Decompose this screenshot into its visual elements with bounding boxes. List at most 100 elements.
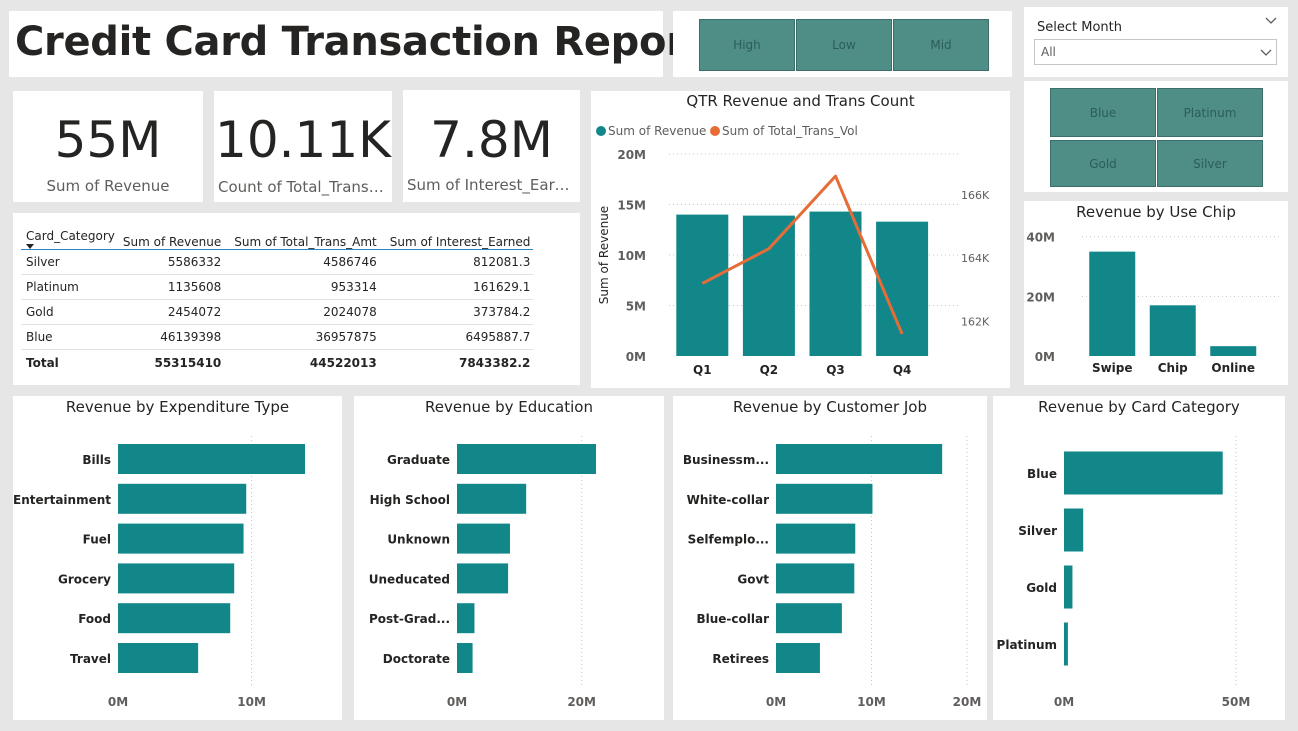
bar: [457, 603, 475, 634]
column-header[interactable]: Sum of Total_Trans_Amt: [224, 221, 380, 250]
y-tick-label: Bills: [82, 453, 111, 467]
table-cell: 36957875: [224, 324, 380, 350]
y-tick-label: Silver: [1018, 524, 1057, 538]
column-header[interactable]: Sum of Revenue: [117, 221, 225, 250]
table-cell: 44522013: [224, 349, 380, 376]
bar: [742, 215, 795, 356]
kpi-card-interest: 7.8M Sum of Interest_Earned: [403, 90, 580, 202]
y-tick-label: Selfemplo...: [688, 533, 769, 547]
bar: [1064, 622, 1068, 666]
customer-job-chart: Revenue by Customer Job 0M 10M 20M Business…: [673, 396, 987, 720]
y2-tick-label: 162K: [961, 315, 990, 328]
expenditure-chart-svg: 0M 10M Bills Entertainment Fuel Grocery Food Tr…: [13, 436, 305, 709]
slicer-button-platinum[interactable]: Platinum: [1157, 88, 1263, 137]
x-tick-label: Q4: [893, 363, 912, 377]
table-cell: Total: [21, 349, 118, 376]
bar: [118, 643, 199, 673]
use-chip-chart: Revenue by Use Chip 0M 20M 40M Swipe Chip Onl…: [1024, 201, 1288, 385]
bar: [809, 211, 862, 356]
trans-vol-line: [701, 174, 904, 335]
bar: [1064, 565, 1073, 609]
bar: [1210, 346, 1257, 356]
table-cell: Gold: [21, 299, 118, 325]
income-slicer: High Low Mid: [673, 11, 1012, 77]
bar: [457, 563, 509, 594]
column-header[interactable]: Sum of Interest_Earned: [379, 221, 534, 250]
chevron-down-icon[interactable]: [1264, 14, 1278, 28]
slicer-button-high[interactable]: High: [699, 19, 795, 71]
education-chart: Revenue by Education 0M 20M Graduate High S…: [354, 396, 664, 720]
table-cell: 161629.1: [379, 274, 534, 300]
bar: [457, 444, 596, 474]
card-category-chart-svg: 0M 50M Blue Silver Gold Platinum: [997, 436, 1250, 709]
bar: [776, 603, 842, 634]
y-tick-label: High School: [370, 493, 450, 507]
x-tick-label: Swipe: [1092, 361, 1133, 375]
qtr-revenue-chart: QTR Revenue and Trans Count Sum of Reven…: [591, 91, 1010, 388]
bar: [676, 214, 729, 356]
bar: [118, 563, 235, 594]
kpi-card-trans-count: 10.11K Count of Total_Trans_...: [214, 91, 392, 202]
y-tick-label: 0M: [626, 350, 646, 364]
y-tick-label: Graduate: [387, 453, 450, 467]
table-cell: 55315410: [117, 349, 225, 376]
y2-tick-label: 166K: [961, 189, 990, 202]
table-cell: 4586746: [224, 249, 380, 275]
table-row[interactable]: Silver 5586332 4586746 812081.3: [21, 249, 534, 275]
bar: [1149, 305, 1196, 356]
y-tick-label: Uneducated: [369, 572, 450, 586]
data-table: Card_Category Sum of Revenue Sum of Tota…: [21, 221, 534, 376]
slicer-button-silver[interactable]: Silver: [1157, 140, 1263, 187]
month-dropdown-value: All: [1041, 45, 1056, 59]
bar: [776, 444, 943, 474]
report-title-card: Credit Card Transaction Report: [9, 11, 705, 77]
table-row[interactable]: Blue 46139398 36957875 6495887.7: [21, 324, 534, 350]
y-tick-label: Food: [78, 612, 111, 626]
y-tick-label: Entertainment: [13, 493, 111, 507]
month-slicer-label: Select Month: [1037, 20, 1122, 35]
y-tick-label: 10M: [617, 249, 646, 263]
x-tick-label: Q3: [826, 363, 845, 377]
table-cell: 812081.3: [379, 249, 534, 275]
y-tick-label: Doctorate: [383, 652, 450, 666]
kpi-value: 10.11K: [215, 111, 391, 169]
table-total-row: Total 55315410 44522013 7843382.2: [21, 349, 534, 376]
bar: [118, 444, 305, 474]
y-tick-label: Unknown: [387, 533, 450, 547]
chevron-down-icon: [1260, 49, 1272, 56]
bar: [776, 483, 873, 514]
table-row[interactable]: Gold 2454072 2024078 373784.2: [21, 299, 534, 325]
slicer-button-blue[interactable]: Blue: [1050, 88, 1156, 137]
slicer-button-low[interactable]: Low: [796, 19, 892, 71]
x-tick-label: Online: [1211, 361, 1255, 375]
y-tick-label: 40M: [1026, 231, 1055, 245]
table-cell: 6495887.7: [379, 324, 534, 350]
column-header[interactable]: Card_Category: [21, 221, 118, 250]
bar: [457, 483, 527, 514]
bar: [118, 523, 244, 554]
table-row[interactable]: Platinum 1135608 953314 161629.1: [21, 274, 534, 300]
x-tick-label: 10M: [237, 695, 266, 709]
x-tick-label: 20M: [953, 695, 982, 709]
kpi-value: 55M: [54, 111, 162, 169]
slicer-button-gold[interactable]: Gold: [1050, 140, 1156, 187]
y-tick-label: Travel: [70, 652, 111, 666]
bar: [1064, 451, 1223, 495]
y-tick-label: 20M: [1026, 290, 1055, 304]
y-tick-label: Businessm...: [683, 453, 769, 467]
bar: [457, 523, 510, 554]
bar: [1064, 508, 1084, 552]
y-tick-label: 15M: [617, 199, 646, 213]
card-category-table: Card_Category Sum of Revenue Sum of Tota…: [13, 213, 580, 385]
x-tick-label: 20M: [567, 695, 596, 709]
y-tick-label: 5M: [626, 300, 646, 314]
kpi-card-revenue: 55M Sum of Revenue: [13, 91, 203, 202]
legend-marker-trans-vol: [710, 126, 720, 136]
x-tick-label: Q1: [693, 363, 712, 377]
slicer-button-mid[interactable]: Mid: [893, 19, 989, 71]
month-dropdown[interactable]: All: [1034, 39, 1277, 65]
legend-label: Sum of Total_Trans_Vol: [722, 124, 858, 138]
y-tick-label: Blue-collar: [696, 612, 769, 626]
table-cell: 2024078: [224, 299, 380, 325]
bar: [1089, 251, 1136, 356]
